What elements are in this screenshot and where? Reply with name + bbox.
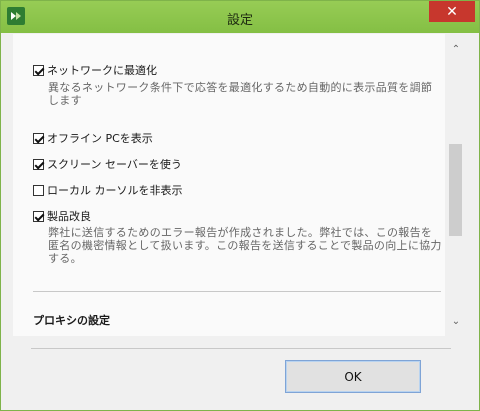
option-label: オフライン PCを表示 <box>47 132 153 145</box>
close-button[interactable]: ✕ <box>429 1 475 22</box>
option-description: 異なるネットワーク条件下で応答を最適化するため自動的に表示品質を調節します <box>48 81 433 107</box>
settings-scroll-area[interactable]: ネットワークに最適化 異なるネットワーク条件下で応答を最適化するため自動的に表示… <box>13 34 467 336</box>
option-description: 弊社に送信するためのエラー報告が作成されました。弊社では、この報告を匿名の機密情… <box>48 226 442 265</box>
close-icon: ✕ <box>446 3 458 20</box>
option-product-improvement[interactable]: 製品改良 <box>33 208 91 224</box>
section-divider <box>33 291 441 292</box>
option-label: スクリーン セーバーを使う <box>47 158 182 171</box>
footer-divider <box>31 348 451 349</box>
option-label: ローカル カーソルを非表示 <box>47 184 183 197</box>
window-title: 設定 <box>226 13 253 28</box>
settings-dialog: 設定 ✕ ネットワークに最適化 異なるネットワーク条件下で応答を最適化するため自… <box>0 0 480 411</box>
option-show-offline-pc[interactable]: オフライン PCを表示 <box>33 130 153 146</box>
checkbox-screen-saver[interactable] <box>33 158 44 170</box>
chevron-up-icon: ⌃ <box>451 43 461 55</box>
title-bar[interactable]: 設定 ✕ <box>1 1 479 33</box>
option-label: 製品改良 <box>47 210 91 223</box>
option-screen-saver[interactable]: スクリーン セーバーを使う <box>33 156 182 172</box>
option-label: ネットワークに最適化 <box>47 64 157 77</box>
checkbox-optimize-network[interactable] <box>33 64 44 76</box>
vertical-scrollbar[interactable]: ⌃ ⌄ <box>445 34 467 336</box>
ok-button[interactable]: OK <box>285 360 421 393</box>
scroll-thumb[interactable] <box>449 144 462 236</box>
scroll-up-button[interactable]: ⌃ <box>445 38 467 60</box>
option-hide-local-cursor[interactable]: ローカル カーソルを非表示 <box>33 182 183 198</box>
scroll-down-button[interactable]: ⌄ <box>445 310 467 332</box>
option-optimize-network[interactable]: ネットワークに最適化 <box>33 62 157 78</box>
checkbox-product-improvement[interactable] <box>33 210 44 222</box>
checkbox-hide-local-cursor[interactable] <box>33 184 44 196</box>
chevron-down-icon: ⌄ <box>451 315 461 327</box>
proxy-section-title: プロキシの設定 <box>33 314 110 327</box>
checkbox-show-offline-pc[interactable] <box>33 132 44 144</box>
